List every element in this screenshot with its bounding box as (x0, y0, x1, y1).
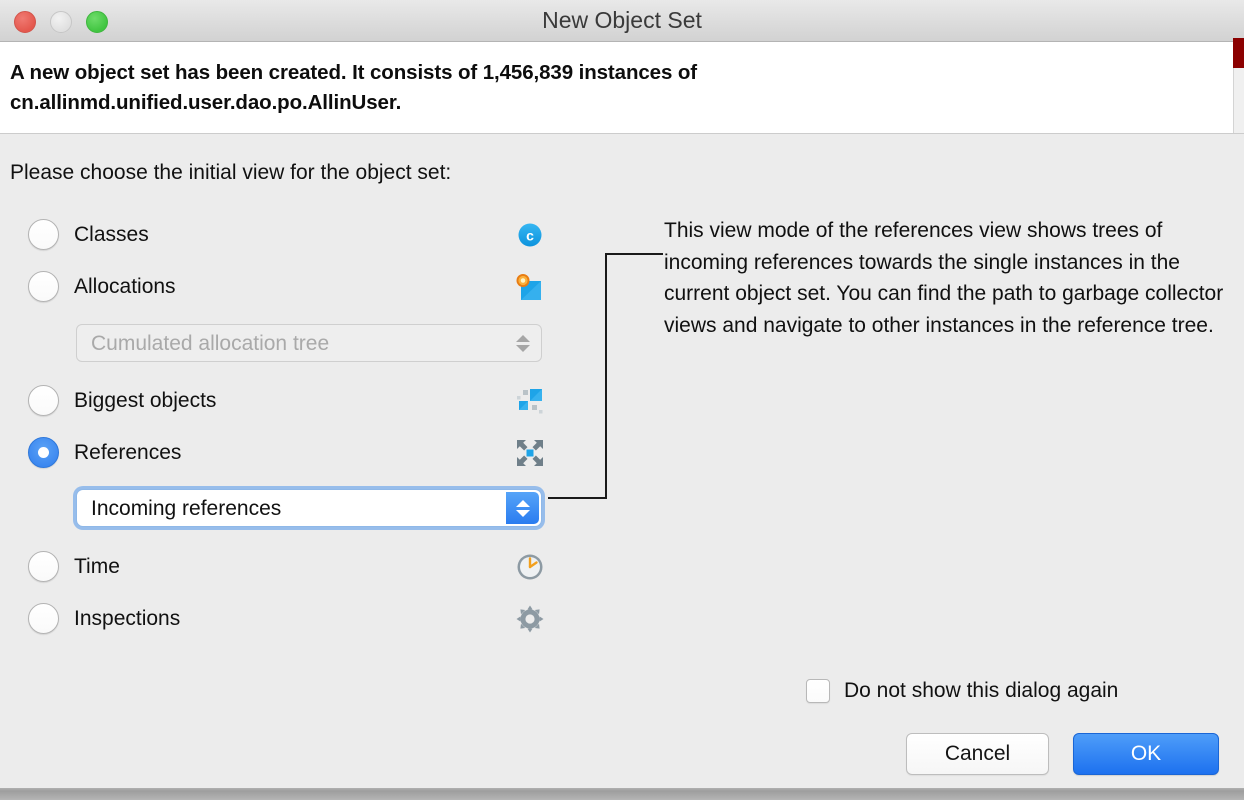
message-panel: A new object set has been created. It co… (0, 42, 1233, 133)
dialog-window: New Object Set A new object set has been… (0, 0, 1244, 790)
connector-vertical-segment (605, 253, 607, 499)
option-row-inspections[interactable]: Inspections (28, 603, 548, 637)
svg-text:c: c (526, 228, 534, 244)
window-title: New Object Set (542, 7, 702, 33)
label-classes: Classes (74, 223, 149, 246)
title-bar: New Object Set (0, 0, 1244, 42)
references-view-value: Incoming references (91, 497, 282, 520)
allocation-view-select[interactable]: Cumulated allocation tree (76, 324, 542, 362)
gear-icon (515, 604, 545, 634)
label-references: References (74, 441, 182, 464)
message-scrollbar-thumb[interactable] (1233, 38, 1244, 68)
cancel-button[interactable]: Cancel (906, 733, 1049, 775)
class-icon: c (515, 220, 545, 250)
radio-biggest-objects[interactable] (28, 385, 59, 416)
dialog-body: Please choose the initial view for the o… (0, 134, 1244, 790)
references-icon (515, 438, 545, 468)
dont-show-again-checkbox[interactable] (806, 679, 830, 703)
radio-time[interactable] (28, 551, 59, 582)
creation-message: A new object set has been created. It co… (10, 61, 698, 114)
option-row-references[interactable]: References (28, 437, 548, 471)
references-view-select[interactable]: Incoming references (76, 489, 542, 527)
connector-bottom-segment (548, 497, 607, 499)
ok-button[interactable]: OK (1073, 733, 1219, 775)
view-description: This view mode of the references view sh… (664, 219, 1224, 337)
option-row-biggest-objects[interactable]: Biggest objects (28, 385, 548, 419)
dont-show-again-label: Do not show this dialog again (844, 679, 1119, 702)
option-row-classes[interactable]: Classes c (28, 219, 548, 253)
label-biggest-objects: Biggest objects (74, 389, 217, 412)
biggest-objects-icon (515, 386, 545, 416)
allocation-view-value: Cumulated allocation tree (91, 332, 330, 355)
option-row-time[interactable]: Time (28, 551, 548, 585)
window-drop-shadow (0, 788, 1244, 800)
clock-icon (515, 552, 545, 582)
radio-inspections[interactable] (28, 603, 59, 634)
prompt-label: Please choose the initial view for the o… (10, 161, 452, 184)
label-allocations: Allocations (74, 275, 176, 298)
allocation-stepper-icon[interactable] (506, 326, 540, 360)
allocation-icon (515, 272, 545, 302)
option-row-allocations[interactable]: Allocations (28, 271, 548, 305)
radio-references[interactable] (28, 437, 59, 468)
references-stepper-icon[interactable] (506, 492, 539, 524)
label-time: Time (74, 555, 120, 578)
connector-top-segment (605, 253, 663, 255)
radio-classes[interactable] (28, 219, 59, 250)
radio-allocations[interactable] (28, 271, 59, 302)
label-inspections: Inspections (74, 607, 181, 630)
